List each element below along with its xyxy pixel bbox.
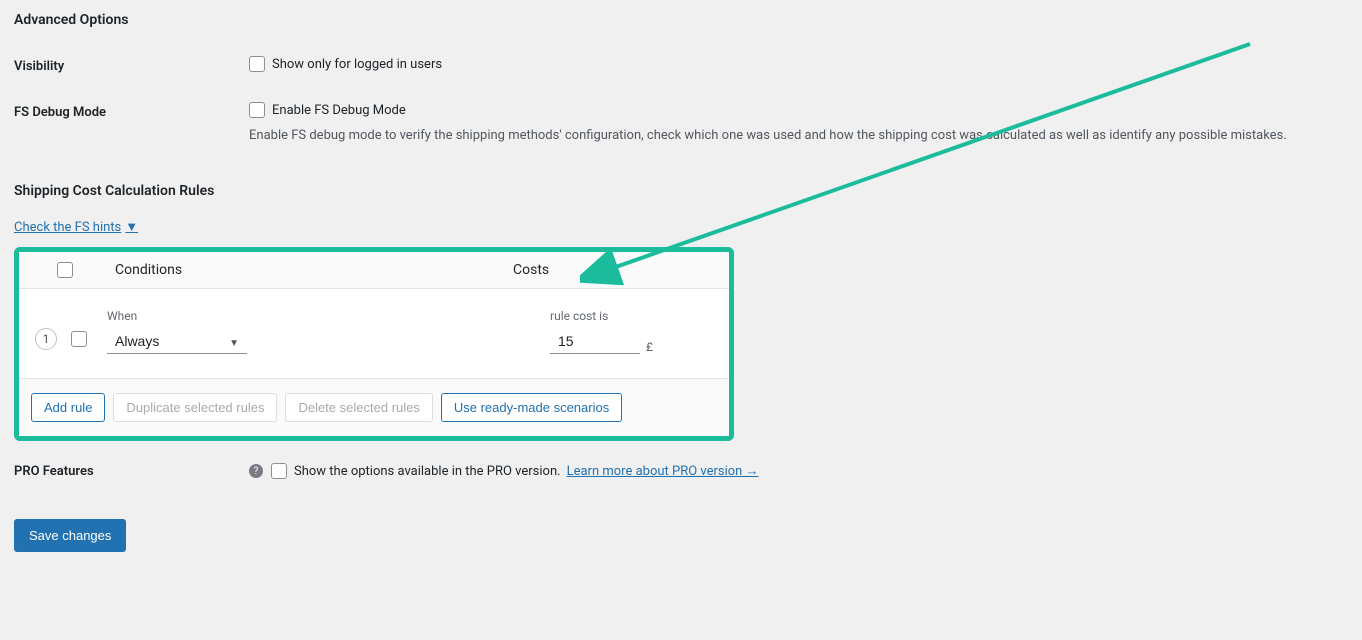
rules-header: Conditions Costs: [19, 252, 729, 289]
conditions-header: Conditions: [95, 262, 513, 278]
add-rule-button[interactable]: Add rule: [31, 393, 105, 422]
pro-checkbox-line[interactable]: Show the options available in the PRO ve…: [271, 463, 561, 479]
debug-description: Enable FS debug mode to verify the shipp…: [249, 128, 1362, 143]
cost-input[interactable]: [550, 329, 640, 354]
delete-rules-button[interactable]: Delete selected rules: [285, 393, 432, 422]
rule-number: 1: [35, 328, 57, 350]
save-changes-button[interactable]: Save changes: [14, 519, 126, 552]
scenarios-button[interactable]: Use ready-made scenarios: [441, 393, 622, 422]
currency-symbol: £: [646, 340, 653, 354]
pro-row: PRO Features ? Show the options availabl…: [14, 463, 1362, 479]
hints-link-text: Check the FS hints: [14, 220, 121, 235]
pro-label: PRO Features: [14, 464, 249, 479]
duplicate-rules-button[interactable]: Duplicate selected rules: [113, 393, 277, 422]
visibility-checkbox-line[interactable]: Show only for logged in users: [249, 56, 1362, 72]
rules-footer: Add rule Duplicate selected rules Delete…: [19, 378, 729, 436]
when-label: When: [107, 309, 247, 323]
visibility-checkbox-label: Show only for logged in users: [272, 57, 442, 72]
debug-checkbox-label: Enable FS Debug Mode: [272, 103, 406, 118]
visibility-checkbox[interactable]: [249, 56, 265, 72]
visibility-row: Visibility Show only for logged in users: [14, 56, 1362, 74]
pro-checkbox-label: Show the options available in the PRO ve…: [294, 464, 561, 479]
rule-row-checkbox[interactable]: [71, 331, 87, 347]
when-select[interactable]: Always: [107, 329, 247, 354]
visibility-label: Visibility: [14, 56, 249, 74]
table-row: 1 When Always ▼ rule cost is £: [19, 289, 729, 378]
help-icon[interactable]: ?: [249, 464, 263, 478]
select-all-checkbox[interactable]: [57, 262, 73, 278]
chevron-down-icon: ▼: [125, 219, 138, 235]
hints-link[interactable]: Check the FS hints ▼: [14, 219, 138, 235]
pro-learn-more-link[interactable]: Learn more about PRO version →: [567, 463, 759, 479]
debug-label: FS Debug Mode: [14, 102, 249, 120]
rules-table: Conditions Costs 1 When Always ▼ rule co…: [14, 247, 734, 441]
rules-title: Shipping Cost Calculation Rules: [14, 183, 1362, 199]
debug-row: FS Debug Mode Enable FS Debug Mode Enabl…: [14, 102, 1362, 143]
section-title: Advanced Options: [14, 12, 1362, 28]
cost-label: rule cost is: [550, 309, 653, 323]
debug-checkbox[interactable]: [249, 102, 265, 118]
pro-checkbox[interactable]: [271, 463, 287, 479]
debug-checkbox-line[interactable]: Enable FS Debug Mode: [249, 102, 1362, 118]
costs-header: Costs: [513, 262, 713, 278]
